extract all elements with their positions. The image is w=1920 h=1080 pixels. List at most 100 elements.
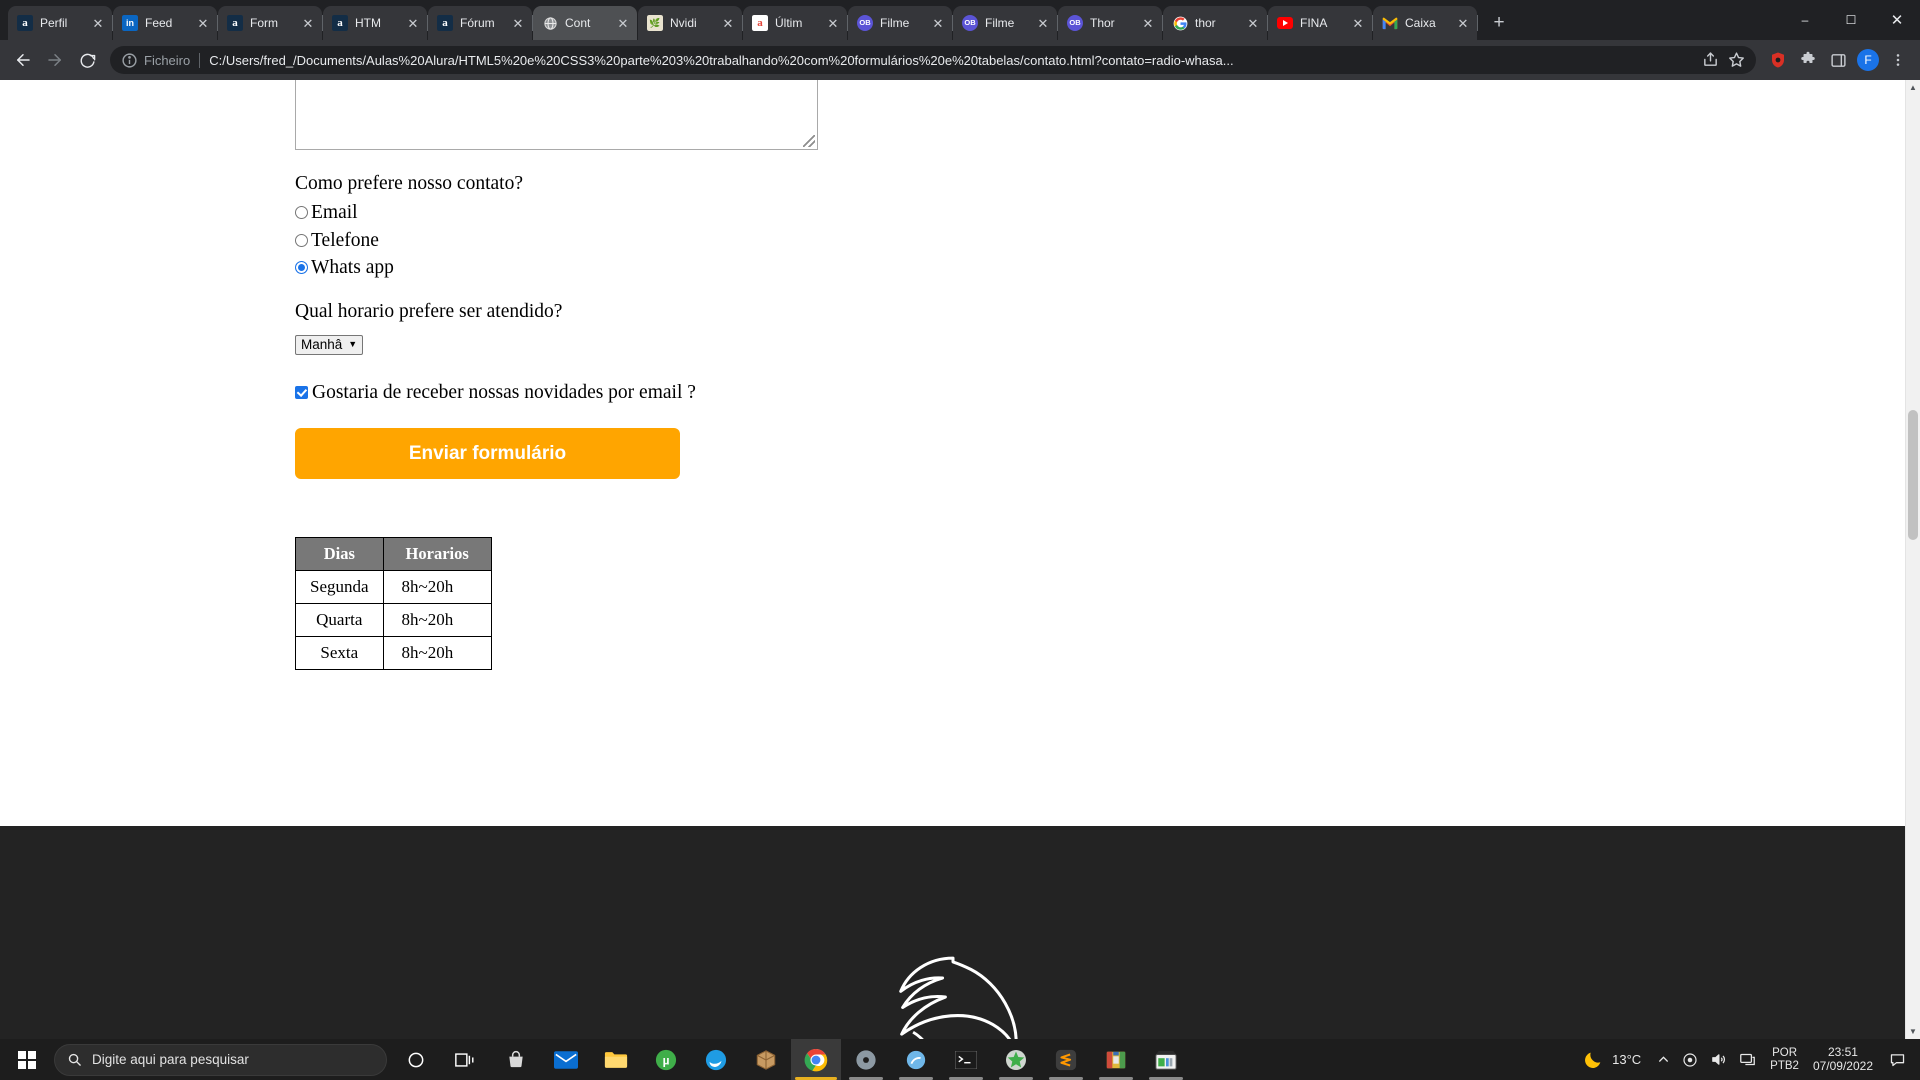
- radio-option-row[interactable]: Whats app: [295, 258, 1905, 278]
- start-button[interactable]: [4, 1039, 50, 1080]
- address-bar[interactable]: Ficheiro C:/Users/fred_/Documents/Aulas%…: [110, 46, 1756, 74]
- volume-icon[interactable]: [1704, 1039, 1733, 1080]
- chevron-up-icon[interactable]: [1651, 1039, 1676, 1080]
- back-arrow-icon[interactable]: [8, 45, 38, 75]
- microsoft-store-icon: [506, 1050, 526, 1070]
- radio-label: Whats app: [311, 257, 394, 278]
- taskbar-app-movie-maker[interactable]: [1141, 1039, 1191, 1080]
- taskbar-app-winrar[interactable]: [1091, 1039, 1141, 1080]
- taskbar-app-edge-dev[interactable]: [691, 1039, 741, 1080]
- bookmark-star-icon[interactable]: [1728, 51, 1746, 69]
- browser-tab[interactable]: a Últim ✕: [743, 6, 848, 40]
- newsletter-checkbox-row[interactable]: Gostaria de receber nossas novidades por…: [295, 381, 1905, 403]
- tab-close-icon[interactable]: ✕: [930, 15, 946, 31]
- scroll-down-arrow[interactable]: ▼: [1906, 1024, 1920, 1039]
- browser-tab[interactable]: a Form ✕: [218, 6, 323, 40]
- taskbar-app-chrome[interactable]: [791, 1039, 841, 1080]
- tab-close-icon[interactable]: ✕: [720, 15, 736, 31]
- avatar-initial: F: [1857, 49, 1879, 71]
- taskbar-app-disc[interactable]: [841, 1039, 891, 1080]
- svg-text:µ: µ: [663, 1053, 670, 1067]
- language-indicator[interactable]: POR PTB2: [1762, 1039, 1807, 1080]
- tab-close-icon[interactable]: ✕: [615, 15, 631, 31]
- tab-close-icon[interactable]: ✕: [510, 15, 526, 31]
- shield-icon[interactable]: [1764, 46, 1792, 74]
- tab-close-icon[interactable]: ✕: [1245, 15, 1261, 31]
- taskbar-app-green-star[interactable]: [991, 1039, 1041, 1080]
- taskbar-app-utorrent[interactable]: µ: [641, 1039, 691, 1080]
- radio-option-row[interactable]: Telefone: [295, 230, 1905, 251]
- taskbar-app-microsoft-store[interactable]: [491, 1039, 541, 1080]
- winrar-icon: [1105, 1049, 1127, 1071]
- taskbar-app-3d-viewer[interactable]: [741, 1039, 791, 1080]
- tab-close-icon[interactable]: ✕: [195, 15, 211, 31]
- resize-handle[interactable]: [803, 135, 815, 147]
- new-tab-button[interactable]: +: [1485, 9, 1513, 37]
- taskbar-app-sublime[interactable]: [1041, 1039, 1091, 1080]
- extensions-icon[interactable]: [1794, 46, 1822, 74]
- page-info-icon[interactable]: [121, 52, 138, 69]
- tab-close-icon[interactable]: ✕: [1455, 15, 1471, 31]
- kebab-menu-icon[interactable]: [1884, 46, 1912, 74]
- radio-button[interactable]: [295, 261, 308, 275]
- browser-tab[interactable]: FINA ✕: [1268, 6, 1373, 40]
- profile-avatar[interactable]: F: [1854, 46, 1882, 74]
- scroll-up-arrow[interactable]: ▲: [1906, 80, 1920, 95]
- taskbar-app-mail[interactable]: [541, 1039, 591, 1080]
- browser-tab[interactable]: a HTM ✕: [323, 6, 428, 40]
- tab-close-icon[interactable]: ✕: [1035, 15, 1051, 31]
- browser-tab[interactable]: Caixa ✕: [1373, 6, 1478, 40]
- taskbar-app-cortana-circle[interactable]: [391, 1039, 441, 1080]
- window-controls: – ☐ ✕: [1782, 0, 1920, 40]
- reload-icon[interactable]: [72, 45, 102, 75]
- page-scrollbar[interactable]: ▲ ▼: [1905, 80, 1920, 1039]
- minimize-button[interactable]: –: [1782, 0, 1828, 40]
- weather-widget[interactable]: 13°C: [1576, 1039, 1651, 1080]
- browser-tab[interactable]: OB Filme ✕: [953, 6, 1058, 40]
- browser-tab[interactable]: OB Thor ✕: [1058, 6, 1163, 40]
- tab-close-icon[interactable]: ✕: [1350, 15, 1366, 31]
- browser-tab[interactable]: thor ✕: [1163, 6, 1268, 40]
- browser-tab[interactable]: a Fórum ✕: [428, 6, 533, 40]
- browser-tab[interactable]: a Perfil ✕: [8, 6, 113, 40]
- radio-button[interactable]: [295, 233, 308, 247]
- table-cell: 8h~20h: [382, 636, 492, 670]
- taskbar-search-box[interactable]: Digite aqui para pesquisar: [54, 1043, 387, 1076]
- taskbar-app-file-explorer[interactable]: [591, 1039, 641, 1080]
- tab-title: FINA: [1300, 16, 1328, 30]
- taskbar-clock[interactable]: 23:51 07/09/2022: [1807, 1039, 1883, 1080]
- schedule-select[interactable]: Manhâ ▼: [295, 334, 364, 355]
- radio-option-row[interactable]: Email: [295, 203, 1905, 223]
- scrollbar-thumb[interactable]: [1908, 410, 1918, 540]
- taskbar-app-cmd[interactable]: [941, 1039, 991, 1080]
- notifications-icon[interactable]: [1883, 1039, 1914, 1080]
- forward-arrow-icon[interactable]: [40, 45, 70, 75]
- newsletter-checkbox[interactable]: [295, 385, 308, 399]
- close-window-button[interactable]: ✕: [1874, 0, 1920, 40]
- tab-close-icon[interactable]: ✕: [405, 15, 421, 31]
- share-icon[interactable]: [1702, 51, 1720, 69]
- sidepanel-icon[interactable]: [1824, 46, 1852, 74]
- browser-tab[interactable]: in Feed ✕: [113, 6, 218, 40]
- browser-tab[interactable]: 🌿 Nvidi ✕: [638, 6, 743, 40]
- maximize-button[interactable]: ☐: [1828, 0, 1874, 40]
- moon-icon: [1585, 1052, 1601, 1068]
- cortana-circle-icon: [406, 1050, 426, 1070]
- tab-close-icon[interactable]: ✕: [300, 15, 316, 31]
- onedrive-icon[interactable]: [1676, 1039, 1704, 1080]
- display-icon[interactable]: [1733, 1039, 1762, 1080]
- tab-close-icon[interactable]: ✕: [90, 15, 106, 31]
- url-text[interactable]: C:/Users/fred_/Documents/Aulas%20Alura/H…: [209, 53, 1694, 68]
- radio-button[interactable]: [295, 206, 308, 220]
- tab-close-icon[interactable]: ✕: [1140, 15, 1156, 31]
- browser-tab[interactable]: OB Filme ✕: [848, 6, 953, 40]
- submit-button[interactable]: Enviar formulário: [295, 428, 680, 479]
- newsletter-label: Gostaria de receber nossas novidades por…: [312, 381, 696, 403]
- tab-close-icon[interactable]: ✕: [825, 15, 841, 31]
- table-row: Sexta 8h~20h: [295, 636, 492, 670]
- taskbar-app-paint[interactable]: [891, 1039, 941, 1080]
- browser-tab[interactable]: Cont ✕: [533, 6, 637, 40]
- message-textarea[interactable]: [295, 80, 818, 150]
- taskbar-app-task-view[interactable]: [441, 1039, 491, 1080]
- table-row: Quarta 8h~20h: [295, 603, 492, 637]
